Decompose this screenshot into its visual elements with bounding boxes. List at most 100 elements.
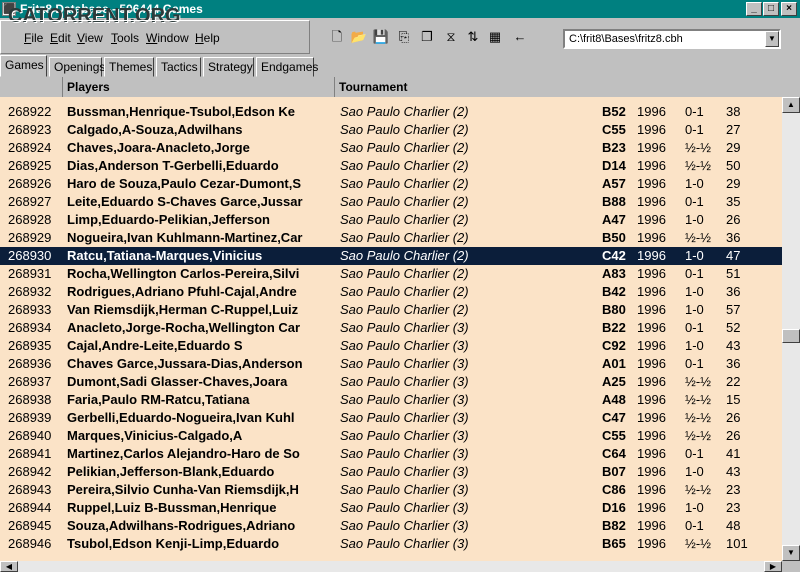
header-players[interactable]: Players: [63, 77, 335, 97]
menu-window[interactable]: Window: [146, 31, 189, 45]
database-path-combo[interactable]: C:\frit8\Bases\fritz8.cbh ▼: [563, 29, 781, 49]
table-icon[interactable]: ▦: [484, 26, 506, 48]
moves-cell: 50: [726, 158, 741, 173]
tournament-cell: Sao Paulo Charlier (2): [340, 284, 469, 299]
chevron-down-icon[interactable]: ▼: [765, 31, 779, 47]
copy-icon[interactable]: ⎘: [393, 26, 415, 48]
sort-icon[interactable]: ⇅: [462, 26, 484, 48]
scroll-up-icon[interactable]: ▲: [782, 97, 800, 113]
table-row[interactable]: 268922 Bussman,Henrique-Tsubol,Edson Ke Sa…: [0, 103, 782, 121]
tournament-cell: Sao Paulo Charlier (2): [340, 230, 469, 245]
result-cell: 1-0: [685, 212, 704, 227]
scroll-corner: [782, 561, 800, 572]
tab-openings[interactable]: Openings: [49, 57, 105, 77]
tab-endgames[interactable]: Endgames: [256, 57, 318, 77]
scroll-down-icon[interactable]: ▼: [782, 545, 800, 561]
result-cell: ½-½: [685, 374, 712, 389]
result-cell: 0-1: [685, 194, 704, 209]
result-cell: ½-½: [685, 230, 712, 245]
table-row[interactable]: 268928 Limp,Eduardo-Pelikian,Jefferson Sao…: [0, 211, 782, 229]
eco-cell: C92: [602, 338, 626, 353]
table-row[interactable]: 268942 Pelikian,Jefferson-Blank,Eduardo Sa…: [0, 463, 782, 481]
database-path-value: C:\frit8\Bases\fritz8.cbh: [569, 33, 683, 45]
moves-cell: 43: [726, 338, 741, 353]
open-icon[interactable]: 📂: [348, 26, 370, 48]
table-row[interactable]: 268931 Rocha,Wellington Carlos-Pereira,Si…: [0, 265, 782, 283]
scroll-left-icon[interactable]: ◀: [0, 561, 18, 572]
tab-tactics[interactable]: Tactics: [156, 57, 201, 77]
year-cell: 1996: [637, 104, 666, 119]
back-arrow-icon[interactable]: ←: [509, 26, 531, 48]
table-row[interactable]: 268927 Leite,Eduardo S-Chaves Garce,Jussa…: [0, 193, 782, 211]
table-row[interactable]: 268926 Haro de Souza,Paulo Cezar-Dumont,S…: [0, 175, 782, 193]
table-row[interactable]: 268924 Chaves,Joara-Anacleto,Jorge Sao Pau…: [0, 139, 782, 157]
table-row[interactable]: 268940 Marques,Vinicius-Calgado,A Sao Paul…: [0, 427, 782, 445]
filter-icon[interactable]: ⧖: [440, 26, 462, 48]
header-tournament[interactable]: Tournament: [335, 77, 782, 97]
result-cell: 1-0: [685, 284, 704, 299]
result-cell: ½-½: [685, 536, 712, 551]
year-cell: 1996: [637, 248, 666, 263]
table-row[interactable]: 268932 Rodrigues,Adriano Pfuhl-Cajal,Andr…: [0, 283, 782, 301]
table-row[interactable]: 268944 Ruppel,Luiz B-Bussman,Henrique Sao …: [0, 499, 782, 517]
tab-games[interactable]: Games: [0, 55, 47, 77]
moves-cell: 23: [726, 482, 741, 497]
result-cell: ½-½: [685, 428, 712, 443]
result-cell: 0-1: [685, 518, 704, 533]
game-number: 268922: [8, 104, 52, 119]
maximize-button[interactable]: □: [763, 2, 779, 16]
table-row[interactable]: 268935 Cajal,Andre-Leite,Eduardo S Sao Pau…: [0, 337, 782, 355]
scroll-right-icon[interactable]: ▶: [764, 561, 782, 572]
vertical-scrollbar[interactable]: ▲ ▼: [782, 97, 800, 561]
game-number: 268925: [8, 158, 52, 173]
year-cell: 1996: [637, 266, 666, 281]
minimize-button[interactable]: _: [746, 2, 762, 16]
tournament-cell: Sao Paulo Charlier (3): [340, 392, 469, 407]
table-row[interactable]: 268945 Souza,Adwilhans-Rodrigues,Adriano S…: [0, 517, 782, 535]
game-number: 268934: [8, 320, 52, 335]
horizontal-scrollbar[interactable]: ◀ ▶: [0, 561, 782, 572]
table-row[interactable]: 268939 Gerbelli,Eduardo-Nogueira,Ivan Kuh…: [0, 409, 782, 427]
game-number: 268923: [8, 122, 52, 137]
menu-view[interactable]: View: [77, 31, 103, 45]
result-cell: 0-1: [685, 320, 704, 335]
eco-cell: B50: [602, 230, 626, 245]
game-number: 268935: [8, 338, 52, 353]
menu-edit[interactable]: Edit: [50, 31, 71, 45]
table-row[interactable]: 268941 Martinez,Carlos Alejandro-Haro de …: [0, 445, 782, 463]
tournament-cell: Sao Paulo Charlier (3): [340, 446, 469, 461]
table-row[interactable]: 268946 Tsubol,Edson Kenji-Limp,Eduardo Sao…: [0, 535, 782, 553]
table-row[interactable]: 268934 Anacleto,Jorge-Rocha,Wellington Ca…: [0, 319, 782, 337]
table-row[interactable]: 268936 Chaves Garce,Jussara-Dias,Anderson…: [0, 355, 782, 373]
table-row[interactable]: 268938 Faria,Paulo RM-Ratcu,Tatiana Sao Pa…: [0, 391, 782, 409]
table-row[interactable]: 268929 Nogueira,Ivan Kuhlmann-Martinez,Ca…: [0, 229, 782, 247]
close-button[interactable]: ×: [781, 2, 797, 16]
eco-cell: D14: [602, 158, 626, 173]
table-row[interactable]: 268925 Dias,Anderson T-Gerbelli,Eduardo Sa…: [0, 157, 782, 175]
scroll-thumb[interactable]: [782, 329, 800, 343]
table-row[interactable]: 268923 Calgado,A-Souza,Adwilhans Sao Paulo…: [0, 121, 782, 139]
tab-strategy[interactable]: Strategy: [203, 57, 254, 77]
moves-cell: 29: [726, 140, 741, 155]
table-row[interactable]: 268933 Van Riemsdijk,Herman C-Ruppel,Luiz…: [0, 301, 782, 319]
result-cell: 0-1: [685, 356, 704, 371]
header-number[interactable]: [0, 77, 63, 97]
moves-cell: 26: [726, 212, 741, 227]
new-icon[interactable]: 🗋: [326, 26, 348, 48]
eco-cell: B23: [602, 140, 626, 155]
players-cell: Limp,Eduardo-Pelikian,Jefferson: [67, 212, 270, 227]
players-cell: Rocha,Wellington Carlos-Pereira,Silvi: [67, 266, 300, 281]
eco-cell: B88: [602, 194, 626, 209]
clone-icon[interactable]: ❐: [416, 26, 438, 48]
save-icon[interactable]: 💾: [370, 26, 392, 48]
eco-cell: C64: [602, 446, 626, 461]
menu-tools[interactable]: Tools: [111, 31, 139, 45]
tab-themes[interactable]: Themes: [104, 57, 154, 77]
year-cell: 1996: [637, 356, 666, 371]
menu-help[interactable]: Help: [195, 31, 220, 45]
menu-file[interactable]: File: [24, 31, 43, 45]
table-row[interactable]: 268943 Pereira,Silvio Cunha-Van Riemsdijk…: [0, 481, 782, 499]
table-row[interactable]: 268937 Dumont,Sadi Glasser-Chaves,Joara Sa…: [0, 373, 782, 391]
games-list[interactable]: Players Tournament 268922 Bussman,Henriqu…: [0, 77, 782, 561]
table-row[interactable]: 268930 Ratcu,Tatiana-Marques,Vinicius Sao …: [0, 247, 782, 265]
